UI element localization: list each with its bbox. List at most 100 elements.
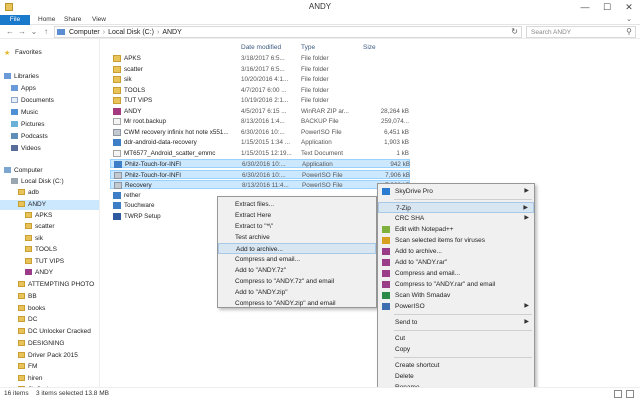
tab-view[interactable]: View: [87, 15, 111, 25]
column-header-date[interactable]: Date modified: [241, 43, 281, 53]
sidebar-item-dc-unlocker-cracked[interactable]: DC Unlocker Cracked: [18, 327, 91, 337]
file-row[interactable]: Philz-Touch-for-INFI 6/30/2016 10:... Powe…: [110, 169, 410, 179]
zip-item-add-to-andy-zip[interactable]: Add to "ANDY.zip": [218, 287, 376, 298]
sidebar-item-tut-vips[interactable]: TUT VIPS: [25, 257, 64, 267]
search-input[interactable]: Search ANDY ⚲: [526, 26, 636, 38]
file-row[interactable]: Recovery8/13/2016 11:4...PowerISO File7,…: [110, 180, 410, 189]
sidebar-item-videos[interactable]: Videos: [11, 144, 41, 154]
zip-item-compress-and-email[interactable]: Compress and email...: [218, 254, 376, 265]
zip-item-test-archive[interactable]: Test archive: [218, 232, 376, 243]
sidebar-item-driver-pack-2015[interactable]: Driver Pack 2015: [18, 351, 78, 361]
close-button[interactable]: ✕: [618, 0, 640, 14]
refresh-icon[interactable]: ↻: [511, 27, 518, 36]
menu-item-send-to[interactable]: Send to ▶: [378, 317, 534, 328]
zip-item-add-to-archive[interactable]: Add to archive...: [218, 243, 376, 254]
menu-item-edit-with-notepad[interactable]: Edit with Notepad++: [378, 224, 534, 235]
menu-item-add-to-archive[interactable]: Add to archive...: [378, 246, 534, 257]
menu-item-add-to-andy-rar[interactable]: Add to "ANDY.rar": [378, 257, 534, 268]
sidebar-item-andy[interactable]: ANDY: [25, 268, 53, 278]
large-icons-view-icon[interactable]: [626, 390, 634, 398]
app-file-icon: [113, 139, 121, 146]
menu-item-scan-selected-items-for-viruses[interactable]: Scan selected items for viruses: [378, 235, 534, 246]
forward-button[interactable]: →: [16, 26, 28, 38]
tab-file[interactable]: File: [0, 15, 30, 25]
menu-item-crc-sha[interactable]: CRC SHA ▶: [378, 213, 534, 224]
file-row[interactable]: scatter 3/16/2017 6:5... File folder: [110, 65, 410, 74]
column-header-type[interactable]: Type: [301, 43, 315, 53]
sidebar-item-hiren[interactable]: hiren: [18, 374, 42, 384]
menu-item-copy[interactable]: Copy: [378, 344, 534, 355]
sidebar-item-music[interactable]: Music: [11, 108, 38, 118]
sidebar-item-apks[interactable]: APKS: [25, 211, 52, 221]
menu-item-label: Add to "ANDY.7z": [235, 267, 287, 274]
address-bar[interactable]: Computer › Local Disk (C:) › ANDY ↻: [54, 26, 522, 38]
sidebar-item-favorites[interactable]: ★ Favorites: [4, 48, 42, 58]
navigation-pane[interactable]: ★ Favorites Libraries Apps Documents Music Pic…: [0, 39, 100, 387]
breadcrumb-computer[interactable]: Computer: [69, 29, 100, 36]
sidebar-item-pictures[interactable]: Pictures: [11, 120, 44, 130]
sidebar-item-adb[interactable]: adb: [18, 188, 39, 198]
sidebar-item-apps[interactable]: Apps: [11, 84, 36, 94]
menu-item-create-shortcut[interactable]: Create shortcut: [378, 360, 534, 371]
sidebar-item-dc[interactable]: DC: [18, 315, 37, 325]
zip-item-extract-here[interactable]: Extract Here: [218, 210, 376, 221]
tab-home[interactable]: Home: [33, 15, 60, 25]
menu-item-compress-to-andy-rar-and-email[interactable]: Compress to "ANDY.rar" and email: [378, 279, 534, 290]
zip-item-extract-to[interactable]: Extract to "*\": [218, 221, 376, 232]
details-view-icon[interactable]: [614, 390, 622, 398]
menu-item-7-zip[interactable]: 7-Zip ▶: [378, 202, 534, 213]
menu-item-compress-and-email[interactable]: Compress and email...: [378, 268, 534, 279]
menu-item-skydrive-pro[interactable]: SkyDrive Pro ▶: [378, 186, 534, 197]
folder-file-icon: [113, 97, 121, 104]
breadcrumb-local-disk[interactable]: Local Disk (C:): [108, 29, 154, 36]
file-row[interactable]: Mr root.backup 8/13/2016 1:4... BACKUP Fil…: [110, 117, 410, 126]
chevron-down-icon[interactable]: ⌄: [626, 15, 632, 23]
sidebar-item-bb[interactable]: BB: [18, 292, 37, 302]
file-row[interactable]: MT6577_Android_scatter_emmc 1/15/2015 12:…: [110, 149, 410, 158]
sidebar-item-designing[interactable]: DESIGNING: [18, 339, 64, 349]
sidebar-item-books[interactable]: books: [18, 304, 45, 314]
file-type: WinRAR ZIP ar...: [301, 107, 349, 115]
sidebar-item-podcasts[interactable]: Podcasts: [11, 132, 48, 142]
file-row[interactable]: TOOLS 4/7/2017 6:00 ... File folder: [110, 86, 410, 95]
breadcrumb-andy[interactable]: ANDY: [162, 29, 181, 36]
sidebar-item-sik[interactable]: sik: [25, 234, 43, 244]
menu-item-delete[interactable]: Delete: [378, 371, 534, 382]
menu-item-poweriso[interactable]: PowerISO ▶: [378, 301, 534, 312]
menu-item-cut[interactable]: Cut: [378, 333, 534, 344]
sidebar-item-fm[interactable]: FM: [18, 362, 37, 372]
sky-icon: [382, 188, 390, 195]
recent-locations-button[interactable]: ⌄: [28, 26, 40, 38]
file-row[interactable]: ddr-android-data-recovery 1/15/2015 1:34 …: [110, 138, 410, 147]
menu-item-label: Send to: [395, 319, 418, 326]
sidebar-item-tools[interactable]: TOOLS: [25, 245, 57, 255]
column-header-size[interactable]: Size: [363, 43, 376, 53]
file-row[interactable]: CWM recovery infinix hot note x551... 6/3…: [110, 128, 410, 137]
menu-item-scan-with-smadav[interactable]: Scan With Smadav: [378, 290, 534, 301]
file-row[interactable]: ANDY 4/5/2017 6:15 ... WinRAR ZIP ar... 28,…: [110, 107, 410, 116]
sidebar-item-documents[interactable]: Documents: [11, 96, 54, 106]
sidebar-item-label: DC: [28, 316, 38, 323]
file-row[interactable]: TUT VIPS 10/19/2016 2:1... File folder: [110, 96, 410, 105]
sidebar-item-label: Computer: [14, 167, 43, 174]
iso-file-icon: [113, 128, 121, 136]
zip-item-extract-files[interactable]: Extract files...: [218, 199, 376, 210]
minimize-button[interactable]: —: [574, 0, 596, 14]
zip-item-compress-to-andy-7z-and-email[interactable]: Compress to "ANDY.7z" and email: [218, 276, 376, 287]
tab-share[interactable]: Share: [59, 15, 86, 25]
sidebar-item-libraries[interactable]: Libraries: [4, 72, 39, 82]
sidebar-item-local-disk-c[interactable]: Local Disk (C:): [11, 177, 64, 187]
sidebar-item-attempting-photo[interactable]: ATTEMPTING PHOTO: [18, 280, 94, 290]
file-row[interactable]: Philz-Touch-for-INFI 6/30/2016 10:... Appl…: [110, 159, 410, 168]
sidebar-item-computer[interactable]: Computer: [4, 166, 43, 176]
file-row[interactable]: APKS 3/18/2017 6:5... File folder: [110, 54, 410, 63]
back-button[interactable]: ←: [4, 26, 16, 38]
maximize-button[interactable]: ☐: [596, 0, 618, 14]
sidebar-item-label: ANDY: [35, 269, 54, 276]
zip-item-add-to-andy-7z[interactable]: Add to "ANDY.7z": [218, 265, 376, 276]
file-row[interactable]: sik 10/20/2016 4:1... File folder: [110, 75, 410, 84]
sidebar-item-andy[interactable]: ANDY: [0, 200, 99, 210]
sidebar-item-scatter[interactable]: scatter: [25, 222, 55, 232]
zip-item-compress-to-andy-zip-and-email[interactable]: Compress to "ANDY.zip" and email: [218, 298, 376, 309]
up-button[interactable]: ↑: [40, 26, 52, 38]
